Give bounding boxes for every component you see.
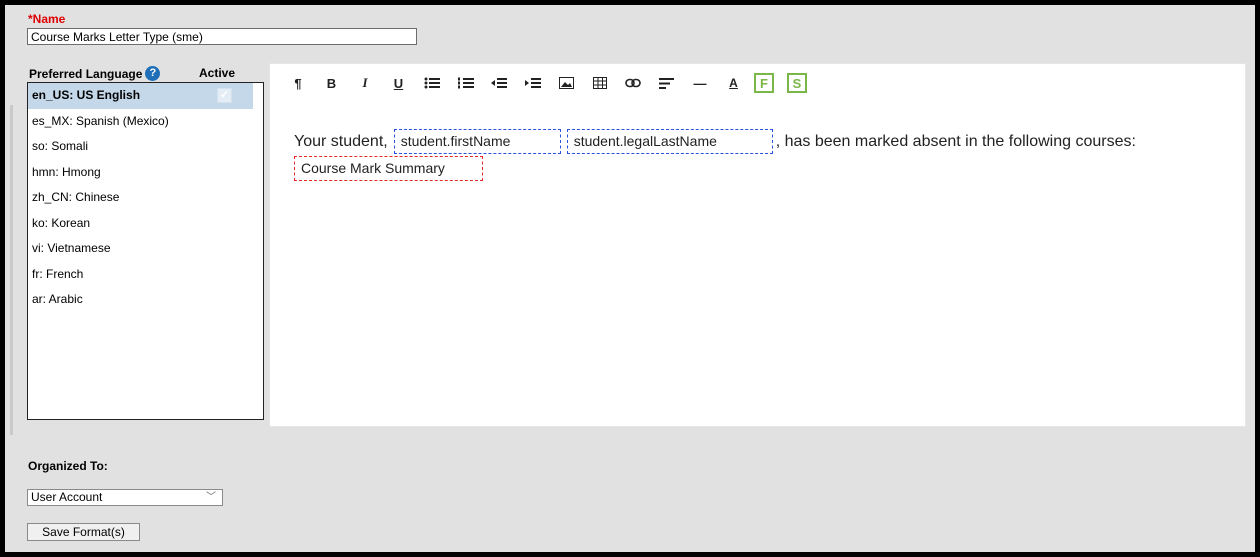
- language-item-ar[interactable]: ar: Arabic: [28, 287, 263, 313]
- language-item-label: hmn: Hmong: [32, 164, 101, 179]
- language-item-ko[interactable]: ko: Korean: [28, 211, 263, 237]
- field-last-name[interactable]: student.legalLastName: [566, 129, 773, 154]
- language-item-label: zh_CN: Chinese: [32, 190, 120, 204]
- side-strip: [10, 105, 13, 435]
- active-checkbox[interactable]: ✓: [217, 88, 232, 103]
- field-first-name[interactable]: student.firstName: [393, 129, 561, 154]
- subreport-icon[interactable]: S: [787, 73, 807, 93]
- editor-content[interactable]: Your student, student.firstName student.…: [294, 128, 1234, 181]
- chevron-down-icon: ﹀: [206, 492, 216, 503]
- editor-toolbar: ¶ B I U — A F S: [270, 64, 1245, 102]
- language-item-vi[interactable]: vi: Vietnamese: [28, 236, 263, 262]
- rich-text-editor[interactable]: ¶ B I U — A F S Your student, student.fi…: [269, 63, 1246, 427]
- name-input[interactable]: [27, 28, 417, 45]
- text-before: Your student,: [294, 132, 388, 150]
- image-icon[interactable]: [553, 72, 579, 94]
- align-icon[interactable]: [654, 72, 680, 94]
- indent-icon[interactable]: [520, 72, 546, 94]
- unordered-list-icon[interactable]: [419, 72, 445, 94]
- form-frame: *Name Preferred Language ? Active en_US:…: [0, 0, 1260, 557]
- language-item-label: ko: Korean: [32, 215, 91, 230]
- organized-to-value: User Account: [31, 490, 103, 504]
- text-after: , has been marked absent in the followin…: [775, 132, 1136, 150]
- language-item-label: fr: French: [32, 266, 84, 281]
- language-item-label: vi: Vietnamese: [32, 241, 111, 255]
- course-mark-summary-field[interactable]: Course Mark Summary: [294, 156, 483, 181]
- field-icon[interactable]: F: [754, 73, 774, 93]
- language-item-hmn[interactable]: hmn: Hmong: [28, 160, 263, 186]
- organized-to-select[interactable]: User Account ﹀: [27, 489, 223, 506]
- language-item-label: en_US: US English: [32, 88, 141, 102]
- help-icon[interactable]: ?: [145, 66, 161, 81]
- ordered-list-icon[interactable]: [453, 72, 479, 94]
- name-label: *Name: [28, 12, 66, 26]
- save-format-button[interactable]: Save Format(s): [27, 523, 140, 541]
- organized-to-label: Organized To:: [28, 459, 108, 473]
- language-item-es-mx[interactable]: es_MX: Spanish (Mexico): [28, 109, 263, 135]
- paragraph-icon[interactable]: ¶: [285, 72, 311, 94]
- table-icon[interactable]: [587, 72, 613, 94]
- editor-line: Your student, student.firstName student.…: [294, 128, 1234, 155]
- language-item-so[interactable]: so: Somali: [28, 134, 263, 160]
- language-item-zh-cn[interactable]: zh_CN: Chinese: [28, 185, 263, 211]
- language-item-label: ar: Arabic: [32, 292, 83, 306]
- language-item-label: es_MX: Spanish (Mexico): [32, 113, 169, 128]
- bold-icon[interactable]: B: [319, 72, 345, 94]
- preferred-language-label: Preferred Language: [29, 66, 143, 81]
- active-column-header: Active: [199, 66, 236, 80]
- language-list: en_US: US English ✓ es_MX: Spanish (Mexi…: [27, 82, 264, 420]
- editor-line: Course Mark Summary: [294, 155, 1234, 181]
- font-color-icon[interactable]: A: [721, 72, 747, 94]
- italic-icon[interactable]: I: [352, 72, 378, 94]
- horizontal-rule-icon[interactable]: —: [687, 72, 713, 94]
- preferred-language-header: Preferred Language ?: [29, 66, 161, 81]
- underline-icon[interactable]: U: [386, 72, 412, 94]
- language-item-en-us[interactable]: en_US: US English ✓: [28, 83, 253, 109]
- link-icon[interactable]: [620, 72, 646, 94]
- language-item-label: so: Somali: [32, 139, 89, 153]
- outdent-icon[interactable]: [486, 72, 512, 94]
- language-item-fr[interactable]: fr: French: [28, 262, 263, 288]
